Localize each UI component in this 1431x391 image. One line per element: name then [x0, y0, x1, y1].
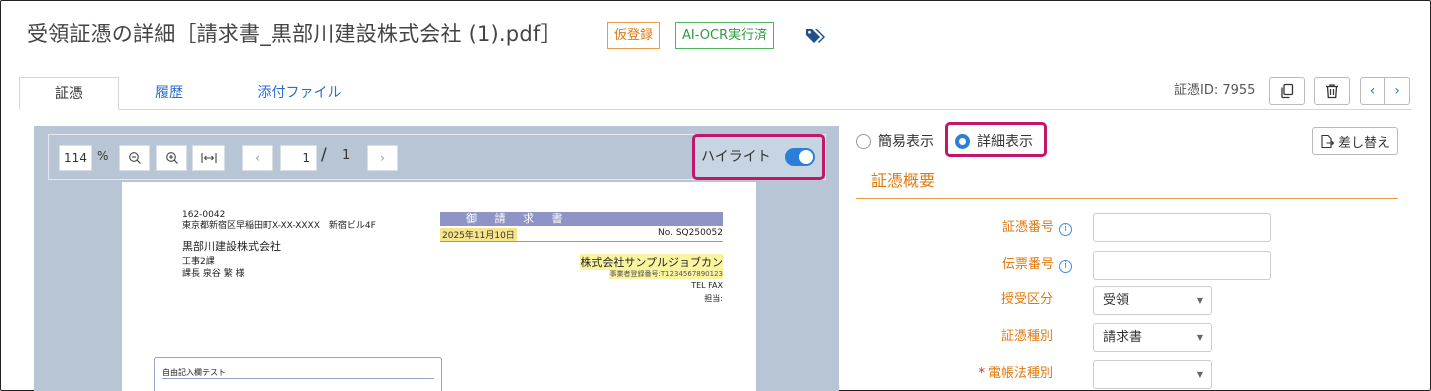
status-badge-ocr: AI-OCR実行済: [675, 22, 775, 49]
doc-person: 課長 泉谷 繁 様: [182, 269, 245, 279]
tab-voucher[interactable]: 証憑: [19, 77, 119, 110]
fit-width-icon: [200, 153, 217, 163]
view-simple-option[interactable]: 簡易表示: [856, 131, 934, 151]
section-title: 証憑概要: [871, 171, 936, 190]
trash-icon: [1326, 84, 1338, 99]
doc-recipient-company: 黒部川建設株式会社: [182, 240, 281, 253]
zoom-out-button[interactable]: [119, 145, 150, 171]
doc-tel-fax: TEL FAX: [691, 281, 723, 290]
chevron-right-icon: ›: [380, 151, 385, 165]
viewer-toolbar: 114 % ‹ 1 / 1 › ハイライト: [48, 134, 826, 180]
next-voucher-button[interactable]: ›: [1385, 77, 1410, 105]
page-title: 受領証憑の詳細［請求書_黒部川建設株式会社 (1).pdf］: [27, 22, 562, 46]
caret-down-icon: ▼: [1196, 296, 1203, 305]
doc-memo-box: 自由記入欄テスト: [154, 357, 442, 391]
doc-recipient-person: 工事2課 課長 泉谷 繁 様: [182, 256, 245, 280]
page-number-input[interactable]: 1: [280, 145, 317, 171]
delete-button[interactable]: [1314, 77, 1350, 105]
transfer-type-value: 受領: [1103, 293, 1130, 308]
chevron-left-icon: ‹: [255, 151, 260, 165]
required-mark: *: [978, 366, 985, 381]
file-replace-icon: [1321, 134, 1335, 148]
voucher-no-input[interactable]: [1093, 213, 1271, 242]
replace-label: 差し替え: [1337, 135, 1390, 151]
e-book-law-type-label-text: 電帳法種別: [987, 366, 1053, 381]
highlight-toggle[interactable]: [785, 148, 815, 166]
doc-memo-label: 自由記入欄テスト: [162, 368, 226, 377]
doc-issuer: 株式会社サンプルジョブカン: [580, 254, 723, 270]
info-icon[interactable]: i: [1059, 260, 1072, 273]
zoom-input[interactable]: 114: [59, 145, 92, 171]
copy-button[interactable]: [1269, 77, 1305, 105]
chevron-right-icon: ›: [1394, 83, 1400, 99]
caret-down-icon: ▼: [1196, 333, 1203, 342]
zoom-out-icon: [128, 152, 141, 164]
doc-invoice-no: No. SQ250052: [658, 228, 723, 238]
voucher-no-label: 証憑番号 i: [876, 219, 1072, 237]
zoom-in-button[interactable]: [156, 145, 187, 171]
fit-width-button[interactable]: [192, 145, 225, 171]
slip-no-label: 伝票番号 i: [876, 256, 1072, 274]
transfer-type-label: 授受区分: [1000, 292, 1053, 307]
e-book-law-type-select[interactable]: ▼: [1093, 360, 1212, 389]
page-total: 1: [342, 148, 351, 163]
doc-address: 東京都新宿区早稲田町X-XX-XXXX 新宿ビル4F: [182, 221, 376, 231]
tab-bar-divider: [19, 109, 1412, 110]
prev-page-button[interactable]: ‹: [242, 145, 273, 171]
zoom-unit: %: [97, 149, 109, 163]
tab-attachments[interactable]: 添付ファイル: [252, 77, 347, 110]
tab-history[interactable]: 履歴: [148, 77, 190, 110]
replace-button[interactable]: 差し替え: [1312, 127, 1398, 155]
doc-postal: 162-0042: [182, 210, 226, 220]
page-separator: /: [321, 145, 327, 165]
slip-no-label-text: 伝票番号: [1001, 257, 1054, 272]
view-simple-radio[interactable]: [856, 133, 871, 149]
doc-invoice-meta: 2025年11月10日 No. SQ250052: [440, 226, 723, 242]
e-book-law-type-label: * 電帳法種別: [876, 365, 1072, 383]
highlight-label: ハイライト: [701, 149, 771, 165]
view-simple-label: 簡易表示: [878, 134, 934, 150]
status-badge-provisional: 仮登録: [607, 22, 661, 49]
zoom-in-icon: [165, 152, 178, 164]
voucher-no-label-text: 証憑番号: [1001, 220, 1054, 235]
next-page-button[interactable]: ›: [367, 145, 398, 171]
doc-memo-line: [162, 378, 434, 379]
doc-registration-no: 事業者登録番号:T1234567890123: [609, 269, 723, 279]
chevron-left-icon: ‹: [1369, 83, 1376, 99]
tags-icon[interactable]: [805, 27, 827, 45]
section-divider: [856, 198, 1398, 199]
info-icon[interactable]: i: [1059, 223, 1072, 236]
caret-down-icon: ▼: [1196, 370, 1203, 379]
voucher-kind-label: 証憑種別: [1000, 329, 1053, 344]
transfer-type-select[interactable]: 受領 ▼: [1093, 286, 1212, 315]
view-detail-option[interactable]: 詳細表示: [955, 131, 1033, 151]
view-detail-radio[interactable]: [955, 133, 970, 149]
slip-no-input[interactable]: [1093, 251, 1271, 280]
doc-dept: 工事2課: [182, 257, 215, 267]
prev-voucher-button[interactable]: ‹: [1360, 77, 1385, 105]
pdf-viewer[interactable]: 114 % ‹ 1 / 1 › ハイライト 162-0042 東京都新宿区早稲田…: [34, 126, 839, 391]
doc-date: 2025年11月10日: [440, 228, 517, 241]
doc-address-block: 162-0042 東京都新宿区早稲田町X-XX-XXXX 新宿ビル4F: [182, 210, 376, 232]
voucher-id: 証憑ID: 7955: [1174, 83, 1256, 98]
copy-icon: [1281, 83, 1294, 99]
voucher-kind-value: 請求書: [1103, 330, 1143, 345]
view-detail-label: 詳細表示: [977, 134, 1033, 150]
doc-invoice-title: 御 請 求 書: [440, 212, 723, 226]
doc-contact: 担当:: [704, 294, 723, 303]
pdf-page: 162-0042 東京都新宿区早稲田町X-XX-XXXX 新宿ビル4F 黒部川建…: [122, 182, 756, 391]
highlight-toggle-group: ハイライト: [692, 134, 825, 180]
voucher-kind-select[interactable]: 請求書 ▼: [1093, 323, 1212, 352]
